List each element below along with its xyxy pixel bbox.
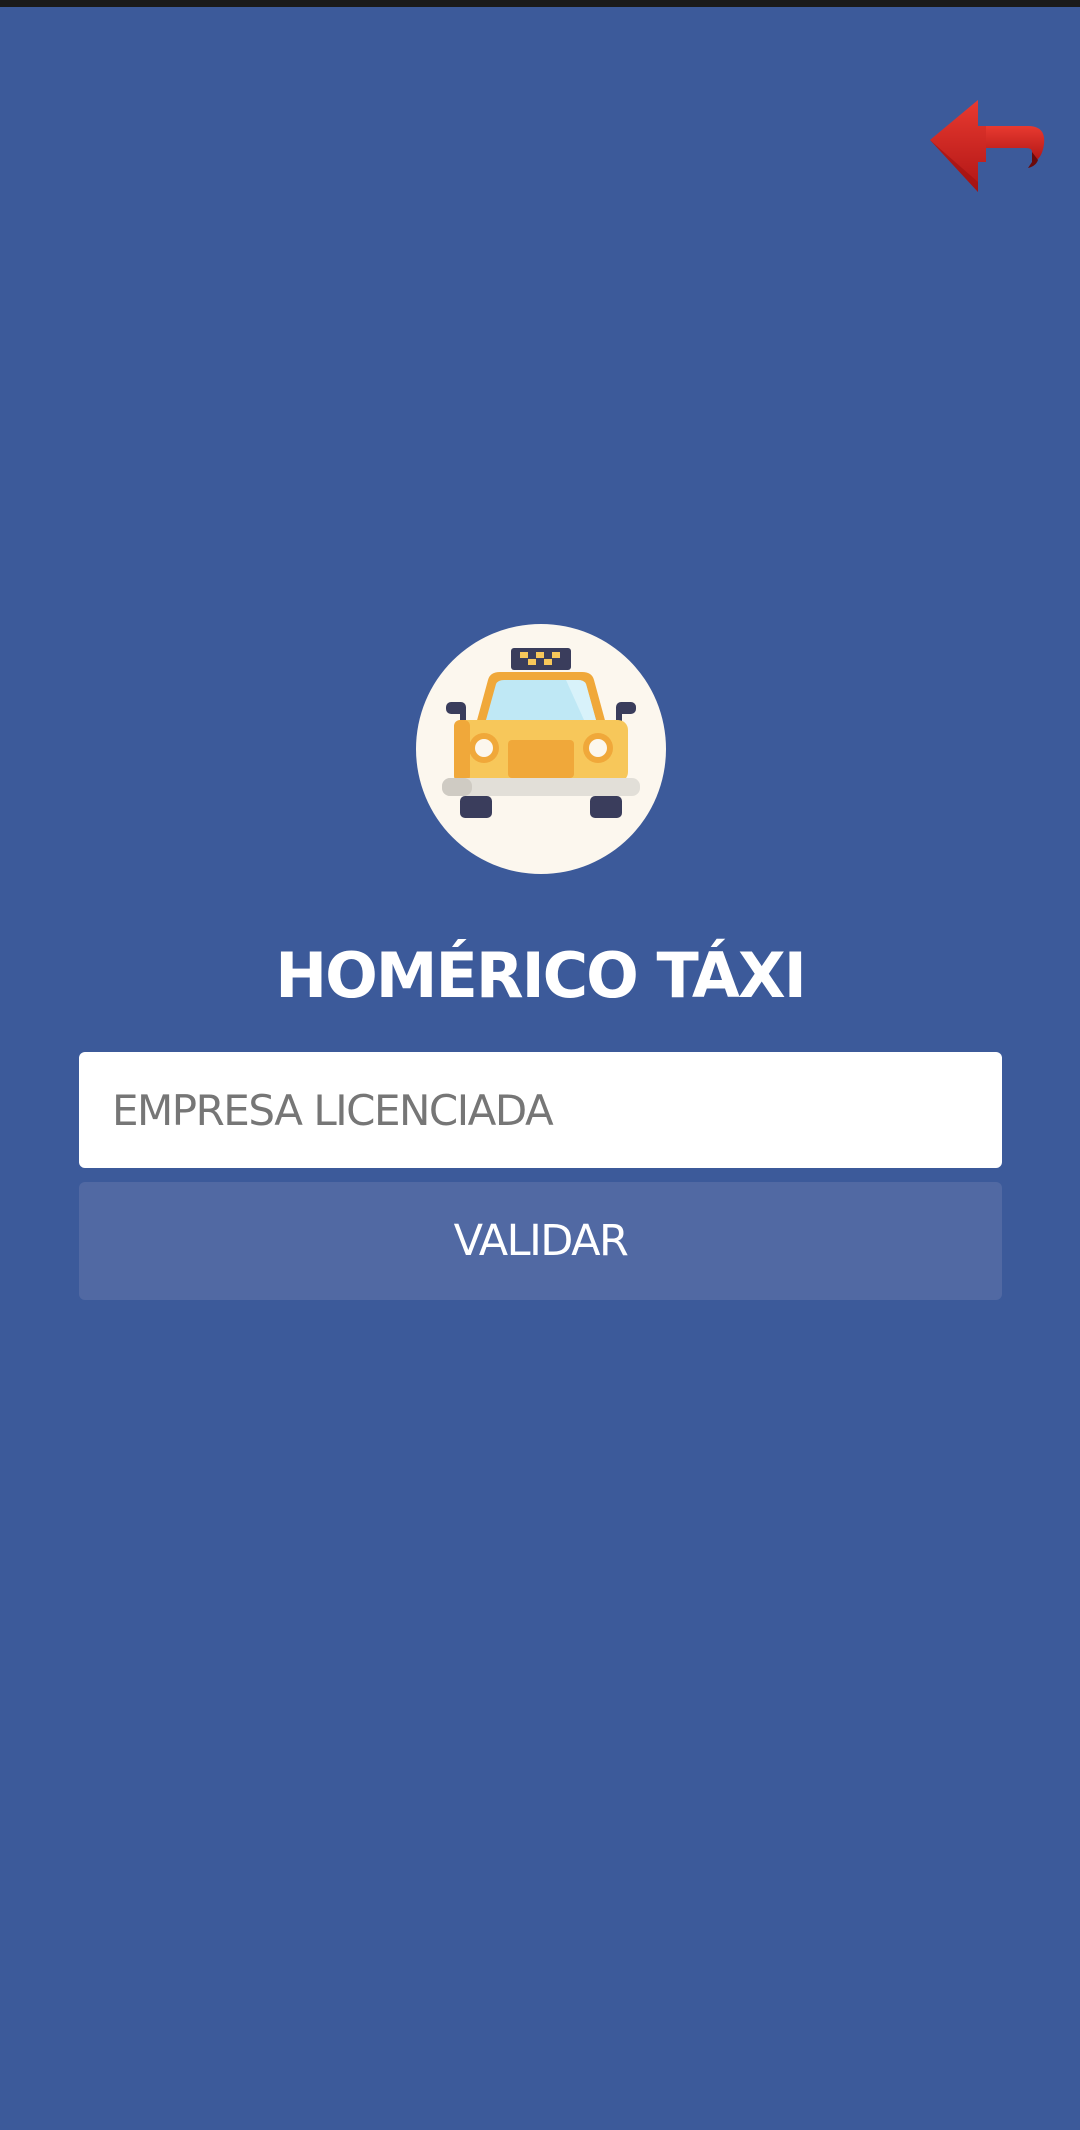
company-input[interactable] — [79, 1052, 1002, 1168]
back-button[interactable] — [928, 96, 1046, 200]
app-title: HOMÉRICO TÁXI — [275, 939, 807, 1012]
status-bar — [0, 0, 1080, 7]
validate-button[interactable]: VALIDAR — [79, 1182, 1002, 1300]
app-logo — [416, 624, 666, 874]
taxi-car-icon — [442, 648, 640, 818]
back-arrow-icon — [930, 100, 1045, 192]
